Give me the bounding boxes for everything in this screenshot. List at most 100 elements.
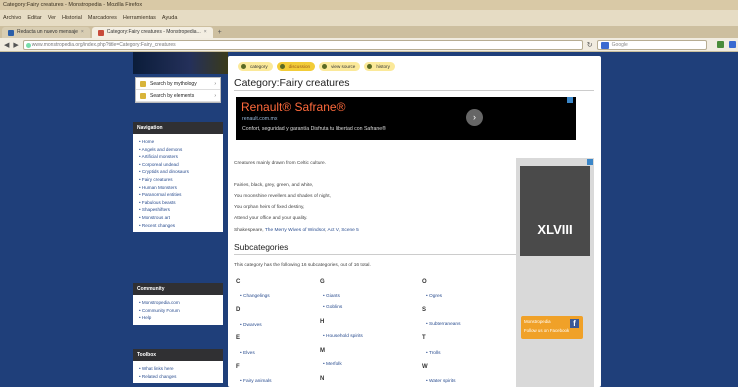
- nav-link[interactable]: Human Monsters: [139, 184, 219, 192]
- tab-monstropedia[interactable]: Category:Fairy creatures - Monstropedia.…: [91, 27, 213, 38]
- new-tab-button[interactable]: +: [215, 27, 225, 38]
- nav-link[interactable]: Fabulous beasts: [139, 199, 219, 207]
- subcategory-link[interactable]: Dwarves: [240, 323, 262, 328]
- menu-item-ayuda[interactable]: Ayuda: [162, 15, 178, 21]
- toolbox-box: Toolbox What links here Related changes: [133, 349, 223, 384]
- menu-item-editar[interactable]: Editar: [27, 15, 41, 21]
- close-tab-icon[interactable]: ×: [204, 27, 207, 38]
- address-bar[interactable]: www.monstropedia.org/index.php?title=Cat…: [22, 39, 583, 50]
- ad-arrow-icon[interactable]: ›: [466, 109, 483, 126]
- banner-ad[interactable]: Renault® Safrane® renault.com.mx Confort…: [236, 97, 576, 140]
- subcategory-link[interactable]: Ogres: [426, 294, 442, 299]
- adchoices-icon[interactable]: [567, 97, 573, 103]
- letter-heading: M: [320, 348, 325, 354]
- page-tabs: category discussion view source history: [238, 62, 395, 71]
- site-identity-icon: [25, 42, 31, 48]
- subcategory-link[interactable]: Water spirits: [426, 379, 455, 384]
- poem-line: You moonshine revellers and shades of ni…: [234, 194, 331, 199]
- download-icon[interactable]: [728, 41, 736, 48]
- site-favicon-icon: [97, 29, 104, 36]
- tab-discussion[interactable]: discussion: [276, 62, 316, 71]
- subcategory-link[interactable]: Elves: [240, 351, 255, 356]
- nav-link[interactable]: Artificial monsters: [139, 153, 219, 161]
- title-divider: [234, 90, 594, 91]
- menu-item-historial[interactable]: Historial: [62, 15, 82, 21]
- tab-view-source[interactable]: view source: [319, 62, 361, 71]
- nav-link[interactable]: Cryptids and dinosaurs: [139, 168, 219, 176]
- close-tab-icon[interactable]: ×: [81, 27, 84, 38]
- menu-item-ver[interactable]: Ver: [48, 15, 56, 21]
- menu-item-herramientas[interactable]: Herramientas: [123, 15, 156, 21]
- subcategory-link[interactable]: Trolls: [426, 351, 441, 356]
- letter-heading: S: [422, 307, 427, 313]
- subcategory-link[interactable]: Changelings: [240, 294, 270, 299]
- toolbox-link[interactable]: Related changes: [139, 373, 219, 381]
- nav-link[interactable]: Shapeshifters: [139, 206, 219, 214]
- tab-history[interactable]: history: [364, 62, 395, 71]
- quote-attribution: Shakespeare, The Merry Wives of Windsor,…: [234, 228, 359, 233]
- subcategory-link[interactable]: Fairy animals: [240, 379, 272, 384]
- subcategory-link[interactable]: Goblins: [323, 305, 342, 310]
- folder-icon: [140, 93, 146, 99]
- window-title: Category:Fairy creatures - Monstropedia …: [0, 0, 738, 10]
- nav-link[interactable]: Fairy creatures: [139, 176, 219, 184]
- tab-category[interactable]: category: [238, 62, 273, 71]
- nav-link[interactable]: Paranormal entities: [139, 191, 219, 199]
- facebook-follow-box[interactable]: Monstropedia Follow us on Facebook f: [521, 316, 583, 339]
- letter-heading: W: [422, 364, 428, 370]
- folder-icon: [140, 81, 146, 87]
- adchoices-icon[interactable]: [587, 159, 593, 165]
- subcategories-heading: Subcategories: [234, 242, 289, 252]
- navigation-header: Navigation: [133, 122, 223, 134]
- letter-heading: G: [320, 279, 325, 285]
- quote-act-link[interactable]: Act V, Scene 5: [328, 228, 359, 233]
- nav-link[interactable]: Angels and demons: [139, 146, 219, 154]
- facebook-icon: f: [570, 319, 579, 328]
- search-box[interactable]: Google: [596, 39, 707, 50]
- side-ad[interactable]: XLVIII: [516, 158, 594, 387]
- menu-search-by-elements[interactable]: Search by elements ›: [136, 90, 220, 102]
- nav-link[interactable]: Recent changes: [139, 222, 219, 230]
- chevron-right-icon: ›: [214, 81, 216, 87]
- back-arrow-icon[interactable]: ◀: [4, 41, 9, 49]
- community-link[interactable]: Community Forum: [139, 307, 219, 315]
- mail-icon: [8, 29, 14, 36]
- menu-item-archivo[interactable]: Archivo: [3, 15, 21, 21]
- subcategory-link[interactable]: Subterraneans: [426, 322, 460, 327]
- tab-compose[interactable]: Redacta un nuevo mensaje ×: [2, 27, 90, 38]
- nav-link[interactable]: Home: [139, 138, 219, 146]
- menu-search-by-mythology[interactable]: Search by mythology ›: [136, 78, 220, 90]
- poem-line: You orphan heirs of fixed destiny,: [234, 205, 305, 210]
- ad-title: Renault® Safrane®: [241, 100, 346, 114]
- letter-heading: F: [236, 364, 240, 370]
- toolbox-link[interactable]: What links here: [139, 365, 219, 373]
- nav-link[interactable]: Monstrous art: [139, 214, 219, 222]
- search-engine-icon: [600, 41, 609, 49]
- menu-bar: Archivo Editar Ver Historial Marcadores …: [0, 10, 738, 26]
- search-menu: Search by mythology › Search by elements ›: [135, 77, 221, 103]
- community-header: Community: [133, 283, 223, 295]
- letter-heading: O: [422, 279, 427, 285]
- poem-line: Fairies, black, grey, green, and white,: [234, 183, 314, 188]
- poem-line: Attend your office and your quality.: [234, 216, 308, 221]
- letter-heading: E: [236, 335, 241, 341]
- subcategory-link[interactable]: Giants: [323, 294, 340, 299]
- subcategory-link[interactable]: Merfolk: [323, 362, 342, 367]
- subcategories-note: This category has the following 16 subca…: [234, 263, 371, 268]
- intro-text: Creatures mainly drawn from Celtic cultu…: [234, 161, 326, 166]
- subcategory-link[interactable]: Household spirits: [323, 334, 363, 339]
- site-logo-banner: [133, 52, 228, 74]
- navigation-box: Navigation Home Angels and demons Artifi…: [133, 122, 223, 233]
- bookmark-icon[interactable]: [716, 41, 724, 48]
- quote-link[interactable]: The Merry Wives of Windsor: [265, 228, 325, 233]
- ad-description: Confort, seguridad y garantía Disfruta t…: [242, 126, 386, 132]
- community-box: Community Monstropedia.com Community For…: [133, 283, 223, 325]
- navigation-bar: ◀ ▶ www.monstropedia.org/index.php?title…: [0, 38, 738, 52]
- letter-heading: N: [320, 376, 325, 382]
- community-link[interactable]: Monstropedia.com: [139, 299, 219, 307]
- forward-arrow-icon[interactable]: ▶: [13, 41, 18, 49]
- nav-link[interactable]: Corporeal undead: [139, 161, 219, 169]
- menu-item-marcadores[interactable]: Marcadores: [88, 15, 117, 21]
- reload-icon[interactable]: ↻: [587, 41, 593, 49]
- community-link[interactable]: Help: [139, 314, 219, 322]
